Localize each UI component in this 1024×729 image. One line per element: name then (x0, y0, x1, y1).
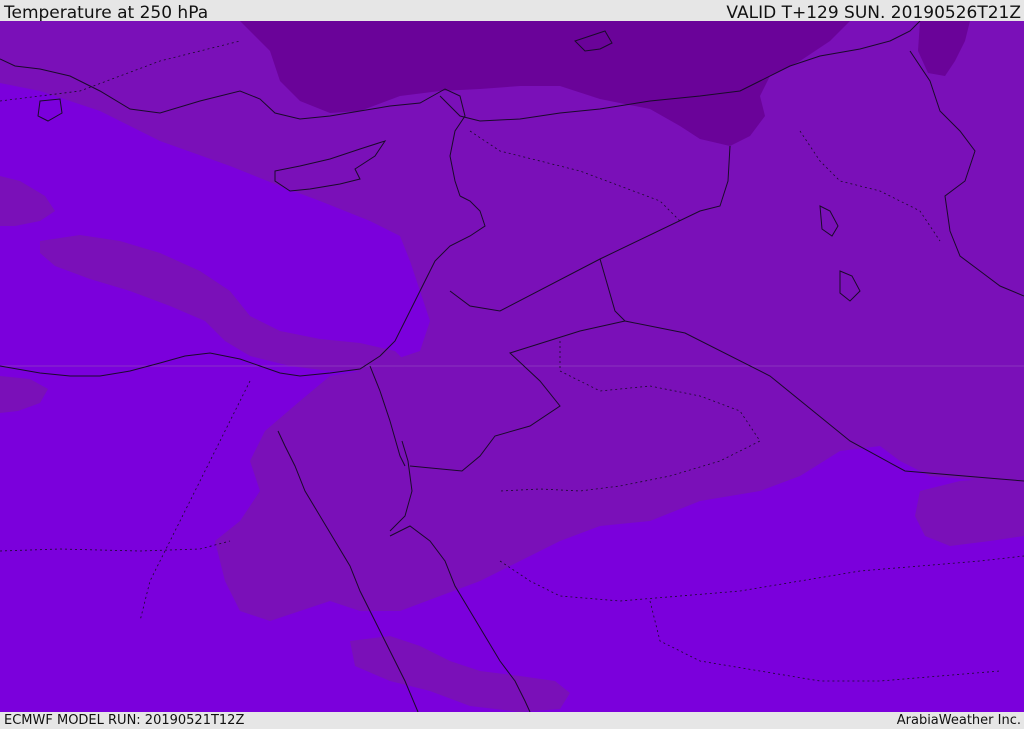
temperature-map-svg (0, 21, 1024, 712)
credit-text: ArabiaWeather Inc. (896, 713, 1021, 728)
model-run: ECMWF MODEL RUN: 20190521T12Z (4, 713, 245, 728)
footer-bar: ECMWF MODEL RUN: 20190521T12Z ArabiaWeat… (0, 712, 1024, 729)
valid-time: VALID T+129 SUN. 20190526T21Z (726, 3, 1021, 23)
map-title: Temperature at 250 hPa (4, 3, 209, 23)
weather-map (0, 21, 1024, 712)
header-bar: Temperature at 250 hPa VALID T+129 SUN. … (0, 0, 1024, 23)
